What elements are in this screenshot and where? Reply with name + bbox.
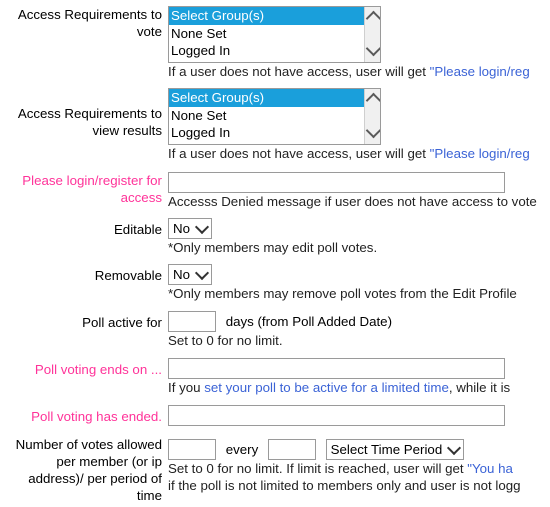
poll-has-ended-input[interactable] — [168, 405, 505, 426]
hint-login-message: Accesss Denied message if user does not … — [168, 194, 537, 209]
editable-select-value: No — [173, 221, 190, 236]
label-removable: Removable — [94, 268, 162, 283]
field-poll-ends-on: If you set your poll to be active for a … — [168, 358, 550, 396]
hint-link[interactable]: set your poll to be active for a limited… — [204, 380, 449, 395]
field-editable: No *Only members may edit poll votes. — [168, 218, 550, 256]
listbox-option[interactable]: None Set — [169, 25, 364, 43]
chevron-down-icon — [194, 265, 210, 280]
hint-access-requirements-vote: If a user does not have access, user wil… — [168, 63, 550, 80]
hint-votes-allowed-line1: Set to 0 for no limit. If limit is reach… — [168, 460, 550, 477]
scroll-down-icon[interactable] — [365, 40, 380, 58]
hint-text-post: , while it is — [448, 380, 511, 395]
listbox-option[interactable]: Select Group(s) — [169, 89, 364, 107]
row-poll-active-for: Poll active for days (from Poll Added Da… — [0, 302, 550, 349]
scroll-down-icon[interactable] — [365, 122, 380, 140]
hint-poll-ends-on: If you set your poll to be active for a … — [168, 379, 550, 396]
hint-link[interactable]: "You ha — [467, 461, 513, 476]
field-removable: No *Only members may remove poll votes f… — [168, 264, 550, 302]
removable-select-value: No — [173, 267, 190, 282]
field-login-message: Accesss Denied message if user does not … — [168, 172, 550, 210]
hint-poll-active-for: Set to 0 for no limit. — [168, 333, 283, 348]
field-access-requirements-results: Select Group(s) None Set Logged In Logge… — [168, 88, 550, 162]
poll-ends-on-input[interactable] — [168, 358, 505, 379]
votes-allowed-controls: every Select Time Period — [168, 436, 550, 460]
field-poll-active-for: days (from Poll Added Date) Set to 0 for… — [168, 311, 550, 349]
hint-text: If you — [168, 380, 205, 395]
label-access-requirements-results: Access Requirements to view results — [17, 106, 162, 138]
hint-text: If a user does not have access, user wil… — [168, 64, 430, 79]
time-period-select-value: Select Time Period — [330, 442, 443, 457]
hint-link[interactable]: "Please login/reg — [430, 146, 530, 161]
poll-settings-form: Access Requirements to vote Select Group… — [0, 0, 550, 504]
label-poll-active-for: Poll active for — [82, 315, 162, 330]
row-access-requirements-results: Access Requirements to view results Sele… — [0, 80, 550, 162]
votes-count-input[interactable] — [168, 439, 216, 460]
listbox-option[interactable]: Logged In — [169, 42, 364, 60]
listbox-option[interactable]: None Set — [169, 107, 364, 125]
row-poll-ends-on: Poll voting ends on ... If you set your … — [0, 349, 550, 396]
hint-text: Set to 0 for no limit. If limit is reach… — [168, 461, 468, 476]
field-poll-has-ended — [168, 405, 550, 426]
field-votes-allowed: every Select Time Period Set to 0 for no… — [168, 436, 550, 494]
chevron-down-icon — [194, 219, 210, 234]
access-requirements-results-options: Select Group(s) None Set Logged In Logge… — [169, 89, 364, 144]
row-access-requirements-vote: Access Requirements to vote Select Group… — [0, 0, 550, 80]
listbox-option[interactable]: Select Group(s) — [169, 7, 364, 25]
label-poll-has-ended: Poll voting has ended. — [31, 409, 162, 424]
editable-select[interactable]: No — [168, 218, 212, 239]
listbox-scrollbar[interactable] — [364, 89, 380, 144]
listbox-option[interactable]: Logged In — [169, 124, 364, 142]
poll-active-days-input[interactable] — [168, 311, 216, 332]
login-message-input[interactable] — [168, 172, 505, 193]
access-requirements-vote-listbox[interactable]: Select Group(s) None Set Logged In Logge… — [168, 6, 381, 63]
field-access-requirements-vote: Select Group(s) None Set Logged In Logge… — [168, 6, 550, 80]
hint-text: If a user does not have access, user wil… — [168, 146, 430, 161]
hint-votes-allowed-line2: if the poll is not limited to members on… — [168, 478, 521, 493]
label-login-message: Please login/register for access — [22, 173, 162, 205]
label-poll-ends-on: Poll voting ends on ... — [34, 362, 162, 377]
hint-access-requirements-results: If a user does not have access, user wil… — [168, 145, 550, 162]
scroll-up-icon[interactable] — [365, 91, 380, 109]
chevron-down-icon — [447, 440, 462, 455]
label-access-requirements-vote: Access Requirements to vote — [17, 7, 162, 39]
row-poll-has-ended: Poll voting has ended. — [0, 396, 550, 426]
access-requirements-results-listbox[interactable]: Select Group(s) None Set Logged In Logge… — [168, 88, 381, 145]
hint-editable: *Only members may edit poll votes. — [168, 240, 378, 255]
row-votes-allowed: Number of votes allowed per member (or i… — [0, 426, 550, 504]
listbox-option[interactable]: Logged In & Active Status — [169, 142, 364, 145]
access-requirements-vote-options: Select Group(s) None Set Logged In Logge… — [169, 7, 364, 62]
label-editable: Editable — [113, 222, 162, 237]
row-removable: Removable No *Only members may remove po… — [0, 256, 550, 302]
time-period-select[interactable]: Select Time Period — [325, 439, 465, 460]
scroll-up-icon[interactable] — [365, 9, 380, 27]
poll-active-for-suffix: days (from Poll Added Date) — [225, 314, 392, 329]
row-editable: Editable No *Only members may edit poll … — [0, 210, 550, 256]
hint-removable: *Only members may remove poll votes from… — [168, 286, 517, 301]
listbox-option[interactable]: Logged In & Active Status — [169, 60, 364, 63]
listbox-scrollbar[interactable] — [364, 7, 380, 62]
every-label: every — [225, 442, 259, 457]
hint-link[interactable]: "Please login/reg — [430, 64, 530, 79]
row-login-message: Please login/register for access Accesss… — [0, 162, 550, 210]
votes-period-input[interactable] — [267, 439, 316, 460]
label-votes-allowed: Number of votes allowed per member (or i… — [15, 437, 162, 503]
removable-select[interactable]: No — [168, 264, 212, 285]
